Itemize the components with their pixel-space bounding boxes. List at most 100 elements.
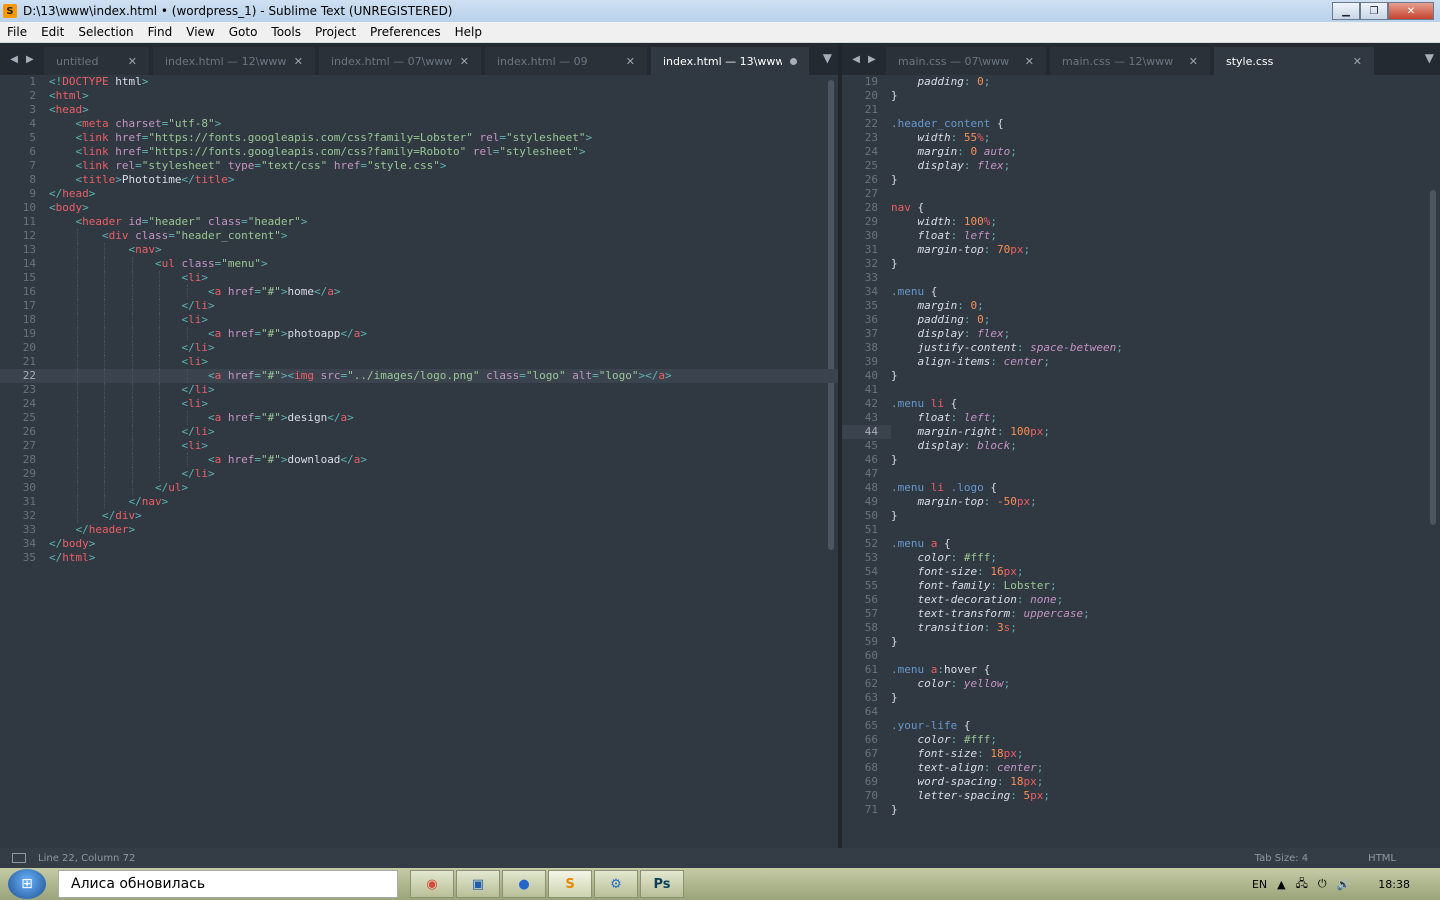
line-number: 24 xyxy=(22,397,36,410)
close-tab-icon[interactable]: ✕ xyxy=(1189,55,1198,68)
tab-list-dropdown-icon[interactable]: ▼ xyxy=(1425,51,1434,65)
clock[interactable]: 18:38 xyxy=(1378,878,1410,891)
code-token: 70 xyxy=(996,243,1011,256)
close-tab-icon[interactable]: ✕ xyxy=(626,55,635,68)
tab-size-indicator[interactable]: Tab Size: 4 xyxy=(1255,853,1309,864)
network-icon[interactable]: 🖧 xyxy=(1296,875,1308,894)
code-token: = xyxy=(254,327,261,340)
unsaved-dot-icon[interactable] xyxy=(790,57,797,65)
sublime-text-icon: S xyxy=(565,876,575,892)
line-number: 44 xyxy=(842,425,891,439)
code-token: > xyxy=(201,271,208,284)
code-token: nav xyxy=(891,201,911,214)
code-token: : xyxy=(1016,593,1031,606)
power-icon[interactable]: ⏻ xyxy=(1318,877,1327,891)
indent-guide xyxy=(76,257,78,271)
code-token: : xyxy=(950,131,964,144)
code-token: > xyxy=(88,537,96,550)
tab-next-icon[interactable]: ▶ xyxy=(868,54,876,65)
menu-edit[interactable]: Edit xyxy=(34,25,71,39)
code-token: = xyxy=(135,159,142,172)
code-token: padding xyxy=(917,75,964,88)
line-number: 10 xyxy=(22,201,36,214)
tab-prev-icon[interactable]: ◀ xyxy=(852,54,860,65)
taskbar-app-button[interactable]: Ps xyxy=(640,870,684,898)
code-token: </ xyxy=(154,481,169,494)
code-token: div xyxy=(108,229,129,242)
notification-text[interactable]: Алиса обновилась xyxy=(58,870,398,898)
panel-toggle-icon[interactable] xyxy=(12,853,26,863)
code-line: 33 xyxy=(842,271,1440,285)
editor-tab[interactable]: index.html — 09 ✕ xyxy=(485,47,647,75)
line-number: 68 xyxy=(864,761,878,774)
menu-selection[interactable]: Selection xyxy=(71,25,140,39)
syntax-indicator[interactable]: HTML xyxy=(1368,853,1396,864)
editor-tab[interactable]: style.css ✕ xyxy=(1214,47,1374,75)
html-editor-pane[interactable]: 1 <!DOCTYPE html> 2 <html> 3 <head> 4 <meta ch… xyxy=(0,75,838,848)
taskbar-app-button[interactable]: ● xyxy=(502,870,546,898)
editor-tab[interactable]: main.css — 07\www ✕ xyxy=(886,47,1046,75)
menu-file[interactable]: File xyxy=(0,25,34,39)
code-line: 31 </nav> xyxy=(0,495,838,509)
code-token: : xyxy=(1010,607,1024,620)
code-token: ; xyxy=(1049,579,1057,592)
indent-guide xyxy=(104,481,106,495)
taskbar-app-button[interactable]: ▣ xyxy=(456,870,500,898)
tray-expand-icon[interactable]: ▲ xyxy=(1277,878,1285,891)
taskbar-app-button[interactable]: ⚙ xyxy=(594,870,638,898)
indent-guide xyxy=(131,327,133,341)
line-number: 19 xyxy=(864,75,878,88)
close-window-button[interactable]: ✕ xyxy=(1388,2,1434,20)
code-line: 70 letter-spacing: 5px; xyxy=(842,789,1440,803)
code-token: > xyxy=(260,257,268,270)
editor-tab[interactable]: index.html — 13\www xyxy=(651,47,809,75)
menu-project[interactable]: Project xyxy=(308,25,363,39)
close-tab-icon[interactable]: ✕ xyxy=(1025,55,1034,68)
editor-tab[interactable]: index.html — 07\www ✕ xyxy=(319,47,481,75)
menu-find[interactable]: Find xyxy=(141,25,180,39)
minimize-button[interactable]: ▁ xyxy=(1332,2,1360,20)
line-number: 26 xyxy=(22,425,36,438)
menu-preferences[interactable]: Preferences xyxy=(363,25,448,39)
code-text: </html> xyxy=(49,551,95,564)
volume-icon[interactable]: 🔊 xyxy=(1337,878,1351,891)
indent-guide xyxy=(159,299,161,313)
code-text: </head> xyxy=(49,187,95,200)
close-tab-icon[interactable]: ✕ xyxy=(294,55,303,68)
tab-prev-icon[interactable]: ◀ xyxy=(10,54,18,65)
code-line: 64 xyxy=(842,705,1440,719)
code-token: : xyxy=(1016,341,1031,354)
start-button[interactable]: ⊞ xyxy=(8,869,46,899)
tab-nav-arrows[interactable]: ◀ ▶ xyxy=(0,43,44,75)
editor-tab[interactable]: main.css — 12\www ✕ xyxy=(1050,47,1210,75)
close-tab-icon[interactable]: ✕ xyxy=(1353,55,1362,68)
code-token: .menu xyxy=(891,397,925,410)
code-token: > xyxy=(333,285,341,298)
tab-list-dropdown-icon[interactable]: ▼ xyxy=(823,51,832,65)
tab-nav-arrows[interactable]: ◀ ▶ xyxy=(842,43,886,75)
code-token: = xyxy=(254,285,261,298)
editor-tab[interactable]: index.html — 12\www ✕ xyxy=(153,47,315,75)
code-token: px xyxy=(1016,495,1031,508)
editor-tab[interactable]: untitled ✕ xyxy=(44,47,149,75)
language-indicator[interactable]: EN xyxy=(1252,878,1267,891)
code-text: } xyxy=(891,691,898,704)
menu-view[interactable]: View xyxy=(179,25,221,39)
close-tab-icon[interactable]: ✕ xyxy=(128,55,137,68)
menu-goto[interactable]: Goto xyxy=(222,25,265,39)
indent-guide xyxy=(104,453,106,467)
css-editor-pane[interactable]: 19 padding: 0; 20} 21 22 .header_content {23… xyxy=(842,75,1440,848)
code-token: > xyxy=(82,89,89,102)
taskbar-app-button[interactable]: ◉ xyxy=(410,870,454,898)
maximize-button[interactable]: ❐ xyxy=(1360,2,1388,20)
indent-guide xyxy=(187,369,188,383)
line-number: 21 xyxy=(864,103,878,116)
close-tab-icon[interactable]: ✕ xyxy=(460,55,469,68)
code-text: <link href="https://fonts.googleapis.com… xyxy=(49,131,593,144)
menu-help[interactable]: Help xyxy=(448,25,489,39)
taskbar-app-button[interactable]: S xyxy=(548,870,592,898)
menu-tools[interactable]: Tools xyxy=(264,25,308,39)
tab-next-icon[interactable]: ▶ xyxy=(26,54,34,65)
